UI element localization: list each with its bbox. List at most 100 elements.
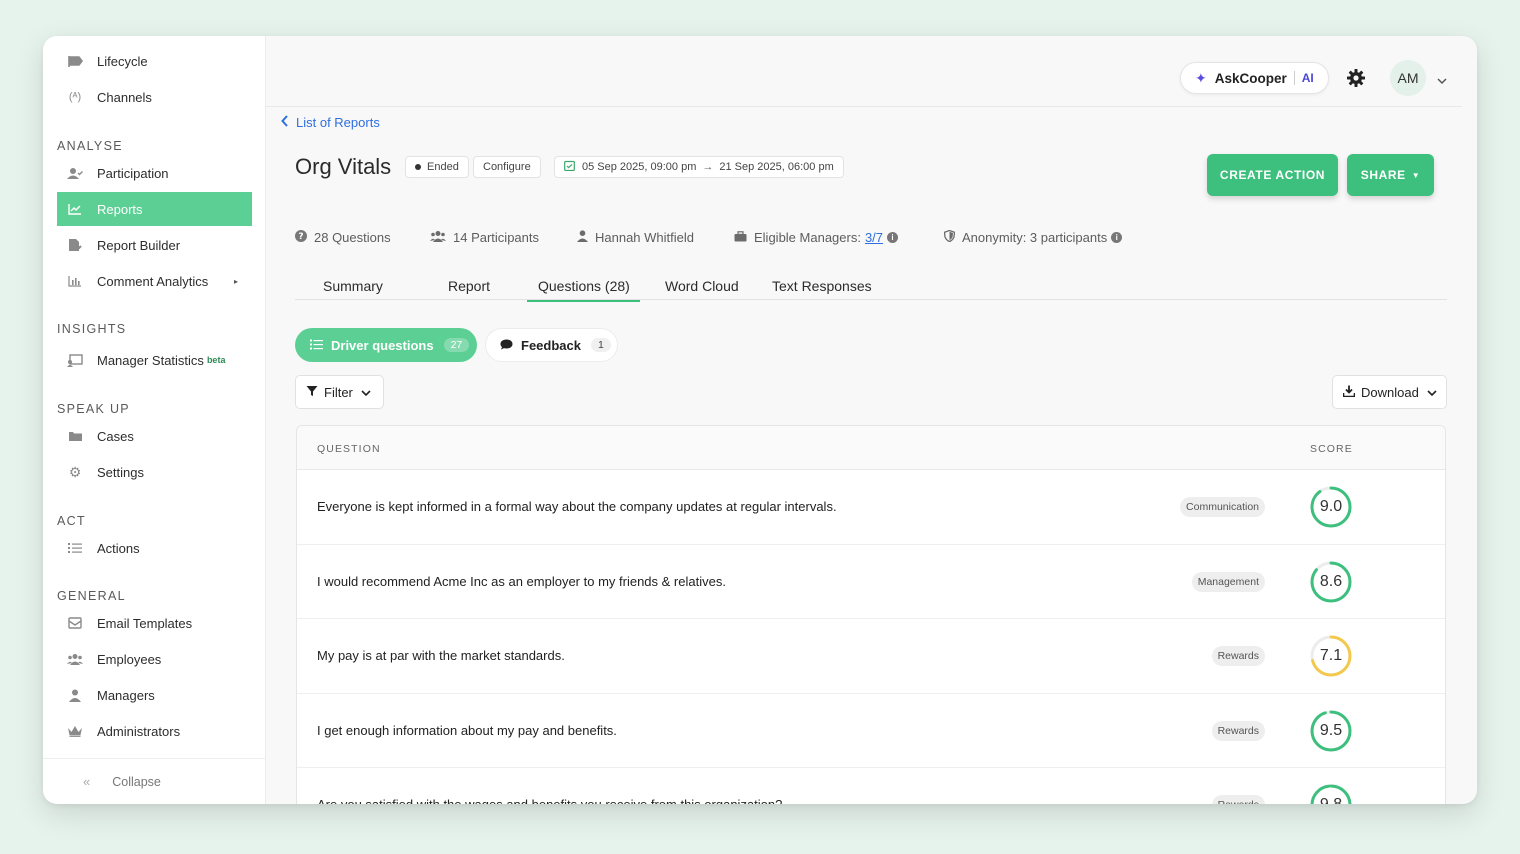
sidebar-item-administrators[interactable]: Administrators	[57, 714, 252, 748]
sidebar-item-cases[interactable]: Cases	[57, 419, 252, 453]
create-action-label: CREATE ACTION	[1219, 168, 1326, 182]
driver-questions-label: Driver questions	[331, 337, 434, 353]
tab-summary[interactable]: Summary	[323, 278, 383, 294]
comment-icon	[500, 338, 513, 353]
breadcrumb[interactable]: List of Reports	[281, 115, 380, 130]
sidebar-item-participation[interactable]: Participation	[57, 156, 252, 190]
top-bar: ✦ AskCooper AI AM	[266, 36, 1462, 107]
settings-gear-icon[interactable]	[1346, 68, 1366, 88]
bar-chart-icon	[67, 273, 83, 289]
tab-report[interactable]: Report	[448, 278, 490, 294]
column-header-question: QUESTION	[317, 443, 381, 455]
driver-questions-count: 27	[443, 338, 470, 352]
chart-icon	[67, 201, 83, 217]
owner-name: Hannah Whitfield	[595, 230, 694, 245]
sidebar-item-managers[interactable]: Managers	[57, 678, 252, 712]
sidebar-item-actions[interactable]: Actions	[57, 531, 252, 565]
ai-label: AI	[1301, 71, 1314, 85]
page-title: Org Vitals	[295, 154, 392, 179]
askcooper-button[interactable]: ✦ AskCooper AI	[1180, 62, 1329, 94]
sidebar-item-label: Administrators	[97, 723, 181, 739]
section-title-insights: INSIGHTS	[57, 322, 127, 336]
avatar[interactable]: AM	[1390, 60, 1426, 96]
table-row[interactable]: I would recommend Acme Inc as an employe…	[297, 545, 1445, 619]
double-chevron-left-icon: «	[83, 774, 91, 789]
score-ring: 9.8	[1309, 783, 1353, 804]
status-dot	[415, 164, 421, 170]
app-window: Lifecycle (ᴬ) Channels ANALYSE Participa…	[43, 36, 1477, 804]
sidebar-item-label: Cases	[97, 428, 134, 444]
score-value: 9.8	[1309, 783, 1353, 804]
table-row[interactable]: I get enough information about my pay an…	[297, 694, 1445, 768]
score-ring: 7.1	[1309, 634, 1353, 678]
sidebar-item-label: Comment Analytics	[97, 273, 209, 289]
email-icon	[67, 615, 83, 631]
feedback-pill[interactable]: Feedback 1	[485, 328, 618, 362]
sidebar-item-settings[interactable]: ⚙ Settings	[57, 455, 252, 489]
crown-icon	[67, 723, 83, 739]
tab-questions[interactable]: Questions (28)	[527, 278, 640, 302]
tab-text-responses[interactable]: Text Responses	[772, 278, 872, 294]
sidebar-item-label: Reports	[97, 201, 143, 217]
tab-word-cloud[interactable]: Word Cloud	[665, 278, 739, 294]
sidebar-item-reports[interactable]: Reports	[57, 192, 252, 226]
question-text: My pay is at par with the market standar…	[317, 648, 565, 663]
main-content: ✦ AskCooper AI AM List of Reports Org Vi…	[266, 36, 1477, 804]
table-row[interactable]: Are you satisfied with the wages and ben…	[297, 768, 1445, 804]
table-header: QUESTION SCORE	[297, 426, 1445, 470]
driver-questions-pill[interactable]: Driver questions 27	[295, 328, 477, 362]
filter-icon	[306, 385, 318, 400]
avatar-initials: AM	[1397, 70, 1419, 86]
file-edit-icon	[67, 237, 83, 253]
sidebar-item-label: Actions	[97, 540, 140, 556]
sidebar-item-label: Lifecycle	[97, 53, 148, 69]
question-circle-icon: ?	[295, 230, 307, 245]
sidebar-item-report-builder[interactable]: Report Builder	[57, 228, 252, 262]
table-row[interactable]: Everyone is kept informed in a formal wa…	[297, 470, 1445, 545]
score-ring: 9.5	[1309, 709, 1353, 753]
share-label: SHARE	[1360, 168, 1406, 182]
caret-down-icon: ▼	[1411, 170, 1421, 180]
eligible-managers-link[interactable]: 3/7	[865, 230, 883, 245]
sidebar-item-comment-analytics[interactable]: Comment Analytics ▸	[57, 264, 252, 298]
category-tag: Rewards	[1211, 646, 1265, 666]
info-icon[interactable]: i	[887, 232, 899, 243]
download-button[interactable]: Download	[1332, 375, 1447, 409]
tab-bar: Summary Report Questions (28) Word Cloud…	[295, 272, 1447, 302]
sidebar-item-manager-statistics[interactable]: Manager Statistics beta	[57, 343, 252, 377]
configure-button[interactable]: Configure	[473, 156, 541, 178]
sidebar-item-lifecycle[interactable]: Lifecycle	[57, 44, 252, 78]
feedback-count: 1	[590, 338, 611, 352]
table-row[interactable]: My pay is at par with the market standar…	[297, 619, 1445, 694]
anonymity-label: Anonymity: 3 participants	[962, 230, 1108, 245]
caret-right-icon: ▸	[233, 276, 238, 286]
chevron-down-icon[interactable]	[1436, 74, 1448, 86]
sidebar-item-email-templates[interactable]: Email Templates	[57, 606, 252, 640]
share-button[interactable]: SHARE ▼	[1347, 154, 1434, 196]
download-icon	[1342, 385, 1356, 400]
calendar-icon	[564, 160, 575, 174]
score-value: 9.5	[1319, 721, 1343, 739]
broadcast-icon: (ᴬ)	[68, 91, 82, 103]
sidebar-item-label: Managers	[97, 687, 155, 703]
section-title-act: ACT	[57, 514, 86, 528]
chevron-down-icon	[361, 385, 371, 400]
sidebar-item-label: Manager Statistics	[97, 352, 204, 368]
shield-icon	[943, 229, 956, 245]
chevron-down-icon	[1427, 385, 1437, 400]
meta-owner: Hannah Whitfield	[577, 230, 694, 245]
sidebar-item-channels[interactable]: (ᴬ) Channels	[57, 80, 252, 114]
collapse-button[interactable]: « Collapse	[43, 758, 266, 804]
section-title-general: GENERAL	[57, 589, 126, 603]
meta-anonymity: Anonymity: 3 participants i	[943, 229, 1123, 245]
score-ring: 9.0	[1309, 485, 1353, 529]
sidebar-item-employees[interactable]: Employees	[57, 642, 252, 676]
score-ring: 8.6	[1309, 560, 1353, 604]
info-icon[interactable]: i	[1111, 232, 1123, 243]
filter-button[interactable]: Filter	[295, 375, 384, 409]
breadcrumb-label: List of Reports	[296, 115, 380, 130]
table-body: Everyone is kept informed in a formal wa…	[297, 470, 1445, 804]
folder-icon	[67, 428, 83, 444]
create-action-button[interactable]: CREATE ACTION	[1207, 154, 1338, 196]
user-check-icon	[67, 165, 83, 181]
